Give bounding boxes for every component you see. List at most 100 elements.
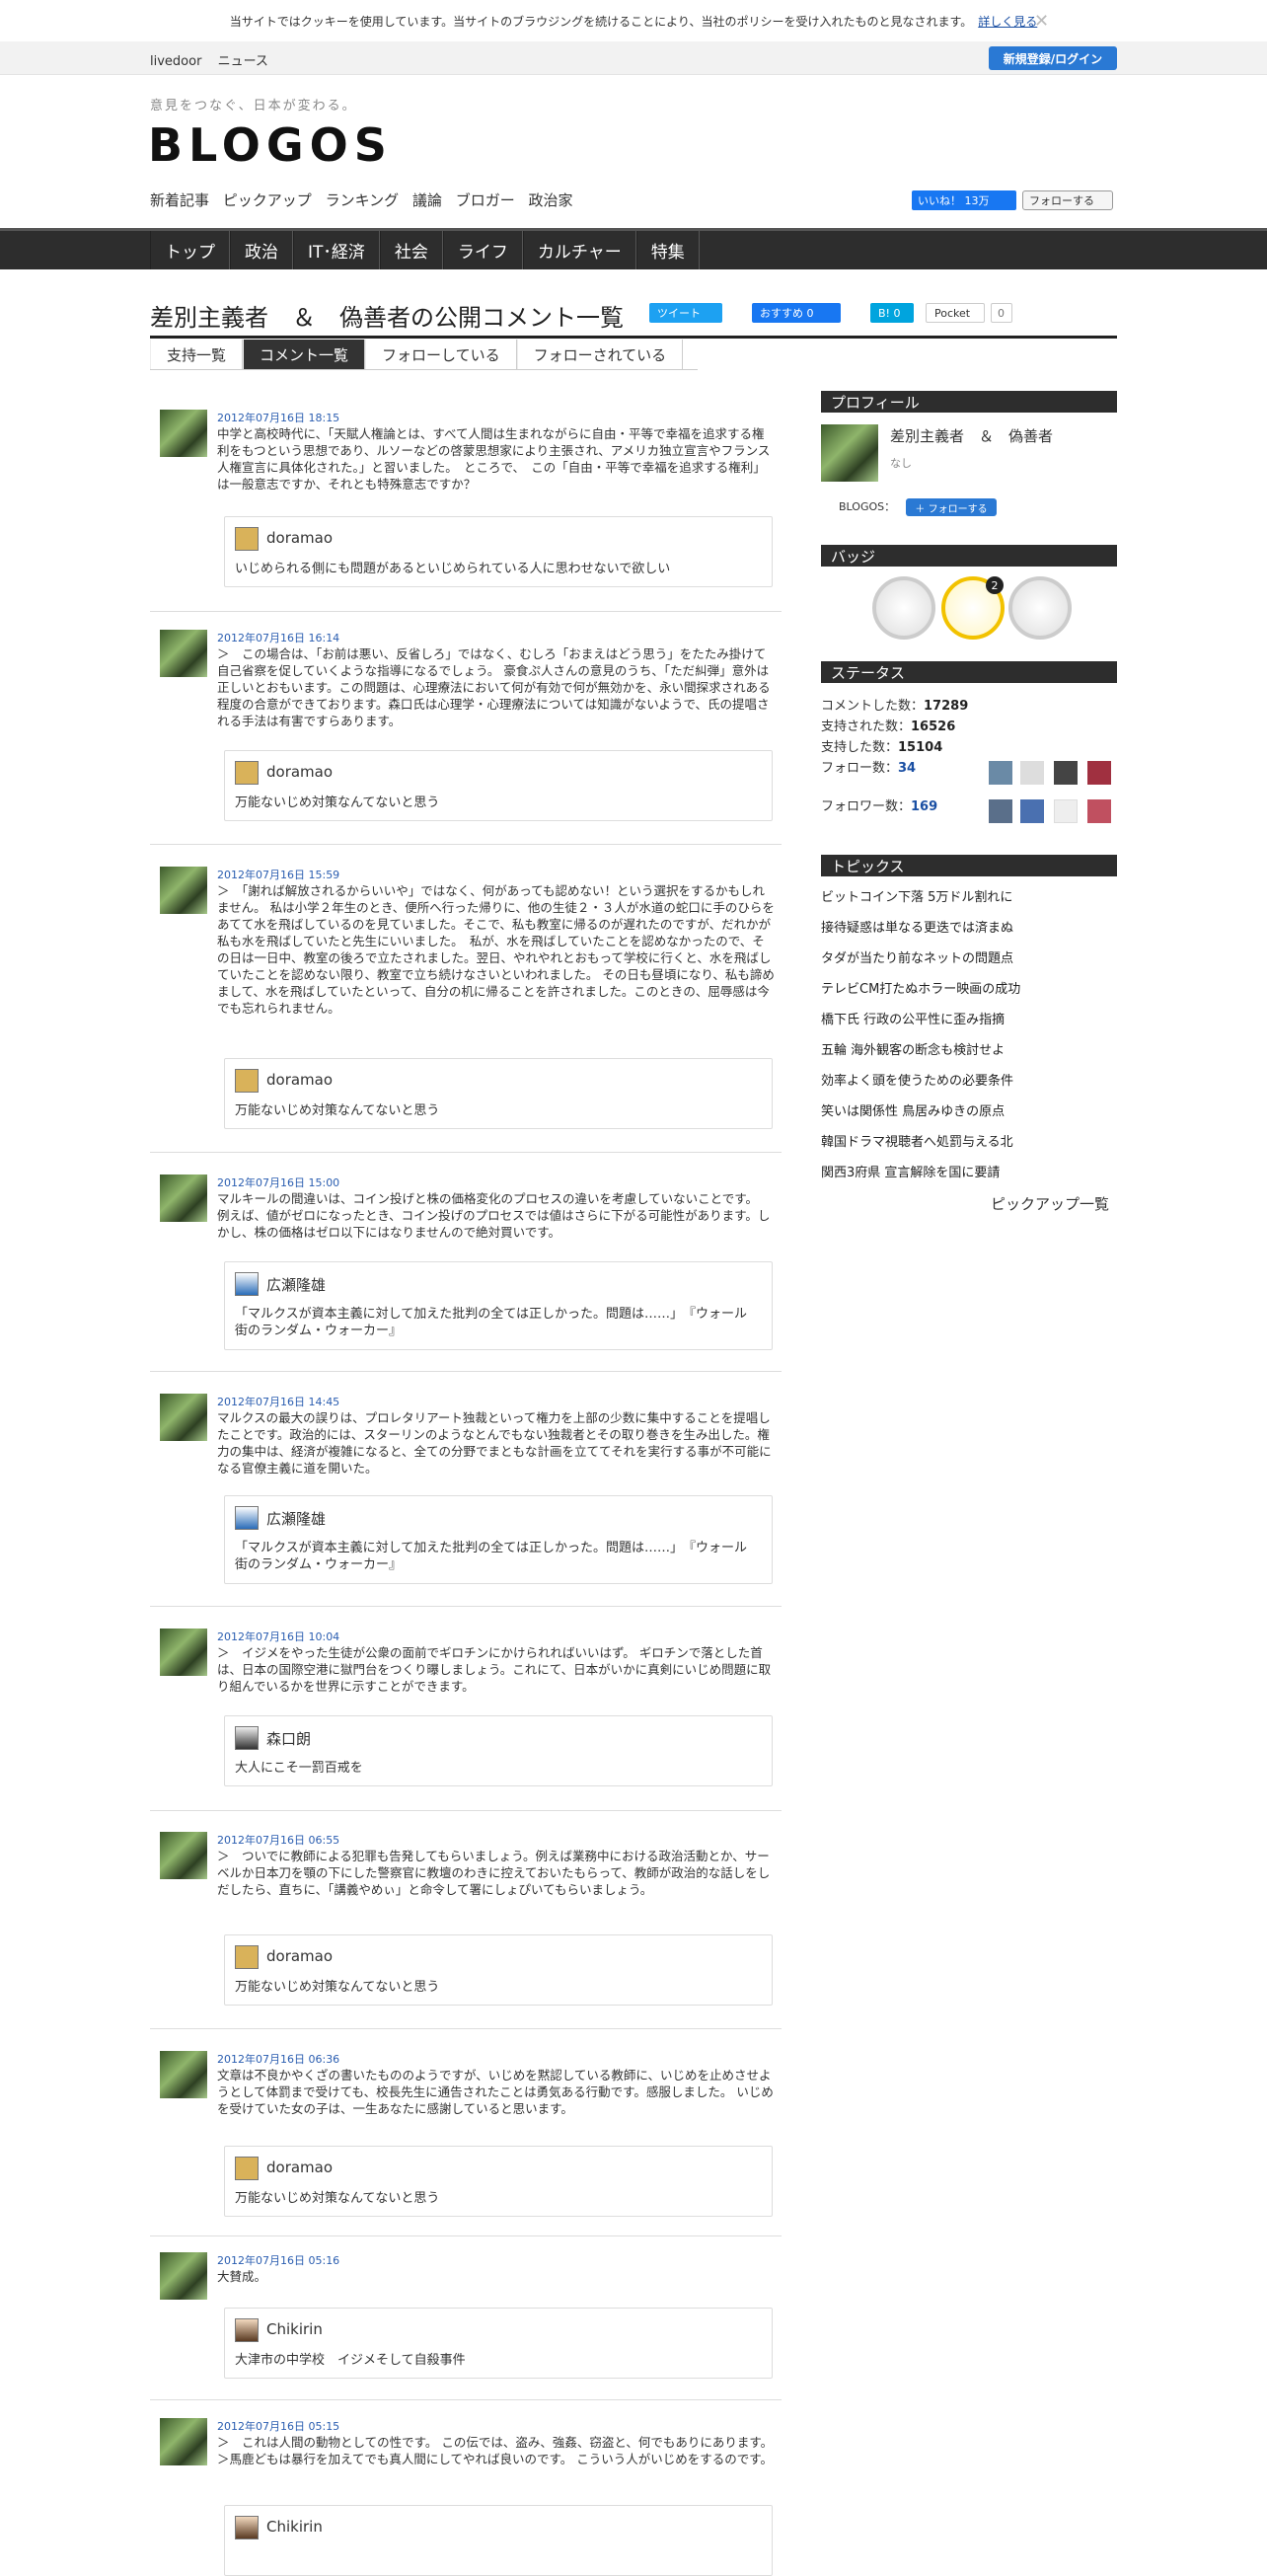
reply-article[interactable]: doramao 万能ないじめ対策なんてないと思う <box>224 750 773 821</box>
subnav-debate[interactable]: 議論 <box>412 191 442 209</box>
avatar[interactable] <box>160 1629 207 1676</box>
topic-link[interactable]: 笑いは関係性 鳥居みゆきの原点 <box>821 1100 1005 1119</box>
main-nav: トップ 政治 IT･経済 社会 ライフ カルチャー 特集 <box>0 228 1267 269</box>
tweet-button[interactable]: ツイート <box>649 303 722 323</box>
reply-title[interactable]: 大人にこそ一罰百戒を <box>235 1760 758 1777</box>
reply-avatar <box>235 1069 259 1093</box>
cookie-more-link[interactable]: 詳しく見る <box>978 13 1037 30</box>
nav-it-economy[interactable]: IT･経済 <box>293 231 380 269</box>
comment-date[interactable]: 2012年07月16日 14:45 <box>217 1394 339 1409</box>
topic-link[interactable]: 橋下氏 行政の公平性に歪み指摘 <box>821 1009 1005 1027</box>
login-button[interactable]: 新規登録/ログイン <box>989 46 1117 70</box>
follower-avatar[interactable] <box>989 799 1012 823</box>
comment-date[interactable]: 2012年07月16日 16:14 <box>217 630 339 645</box>
topic-link[interactable]: 関西3府県 宣言解除を国に要請 <box>821 1162 1000 1180</box>
fb-recommend-button[interactable]: おすすめ 0 <box>752 303 841 323</box>
reply-title[interactable]: いじめられる側にも問題があるといじめられている人に思わせないで欲しい <box>235 561 758 577</box>
topic-link[interactable]: 韓国ドラマ視聴者へ処罰与える北 <box>821 1131 1013 1150</box>
comment-date[interactable]: 2012年07月16日 06:36 <box>217 2051 339 2067</box>
subnav-blogger[interactable]: ブロガー <box>456 191 515 209</box>
reply-article[interactable]: 広瀬隆雄 「マルクスが資本主義に対して加えた批判の全ては正しかった。問題は……」… <box>224 1261 773 1350</box>
comment-date[interactable]: 2012年07月16日 05:16 <box>217 2252 339 2268</box>
topic-link[interactable]: タダが当たり前なネットの問題点 <box>821 947 1013 966</box>
reply-article[interactable]: doramao いじめられる側にも問題があるといじめられている人に思わせないで欲… <box>224 516 773 587</box>
comment-date[interactable]: 2012年07月16日 10:04 <box>217 1629 339 1644</box>
comment-date[interactable]: 2012年07月16日 15:59 <box>217 867 339 882</box>
subnav-new[interactable]: 新着記事 <box>150 191 209 209</box>
profile-follow-label: フォローする <box>928 503 988 515</box>
tab-following[interactable]: フォローしている <box>365 340 517 369</box>
reply-title[interactable]: 万能ないじめ対策なんてないと思う <box>235 1979 758 1996</box>
following-avatar[interactable] <box>1020 761 1044 785</box>
reply-article[interactable]: 広瀬隆雄 「マルクスが資本主義に対して加えた批判の全ては正しかった。問題は……」… <box>224 1495 773 1584</box>
topic-link[interactable]: ビットコイン下落 5万ドル割れに <box>821 886 1012 905</box>
comment-text: ＞ この場合は、「お前は悪い、反省しろ」ではなく、むしろ「おまえはどう思う」をた… <box>217 646 771 728</box>
livedoor-link[interactable]: livedoor <box>150 54 201 69</box>
avatar[interactable] <box>160 410 207 457</box>
following-avatar[interactable] <box>989 761 1012 785</box>
news-link[interactable]: ニュース <box>218 54 268 69</box>
nav-politics[interactable]: 政治 <box>230 231 293 269</box>
reply-article[interactable]: Chikirin <box>224 2505 773 2576</box>
avatar[interactable] <box>160 2418 207 2465</box>
reply-title[interactable]: 万能ないじめ対策なんてないと思う <box>235 1102 758 1119</box>
reply-article[interactable]: doramao 万能ないじめ対策なんてないと思う <box>224 1934 773 2006</box>
following-count-link[interactable]: 34 <box>898 761 916 776</box>
topic-link[interactable]: テレビCM打たぬホラー映画の成功 <box>821 978 1020 997</box>
speaker-badge-icon: 2 <box>941 576 1005 640</box>
nav-feature[interactable]: 特集 <box>635 231 700 269</box>
pickup-all-link[interactable]: ピックアップ一覧 <box>991 1193 1109 1214</box>
nav-top[interactable]: トップ <box>150 231 230 269</box>
profile-follow-button[interactable]: ＋ フォローする <box>906 498 997 516</box>
reply-title[interactable]: 「マルクスが資本主義に対して加えた批判の全ては正しかった。問題は……」 『ウォー… <box>235 1540 758 1573</box>
pocket-button[interactable]: Pocket <box>926 303 985 323</box>
topic-link[interactable]: 接待疑惑は単なる更迭では済まぬ <box>821 917 1013 936</box>
stat-label: フォロワー数： <box>821 799 912 814</box>
avatar[interactable] <box>160 867 207 914</box>
comment-date[interactable]: 2012年07月16日 15:00 <box>217 1174 339 1190</box>
avatar[interactable] <box>160 1394 207 1441</box>
avatar[interactable] <box>160 1832 207 1879</box>
avatar[interactable] <box>160 630 207 677</box>
comment-date[interactable]: 2012年07月16日 05:15 <box>217 2418 339 2434</box>
close-icon[interactable]: ✕ <box>1034 11 1049 32</box>
reply-author: 森口朗 <box>266 1730 312 1748</box>
nav-culture[interactable]: カルチャー <box>522 231 636 269</box>
follower-avatar[interactable] <box>1020 799 1044 823</box>
reply-title[interactable]: 万能ないじめ対策なんてないと思う <box>235 795 758 811</box>
nav-life[interactable]: ライフ <box>442 231 523 269</box>
nav-society[interactable]: 社会 <box>379 231 443 269</box>
reply-article[interactable]: 森口朗 大人にこそ一罰百戒を <box>224 1715 773 1786</box>
stat-label: コメントした数： <box>821 699 925 714</box>
avatar[interactable] <box>160 2252 207 2300</box>
tab-comment-list[interactable]: コメント一覧 <box>243 340 366 369</box>
reply-title[interactable]: 「マルクスが資本主義に対して加えた批判の全ては正しかった。問題は……」 『ウォー… <box>235 1306 758 1339</box>
fb-like-button[interactable]: いいね！ 13万 <box>912 190 1016 210</box>
following-avatar[interactable] <box>1054 761 1078 785</box>
avatar[interactable] <box>160 1174 207 1222</box>
follower-avatar[interactable] <box>1087 799 1111 823</box>
stat-supported: 支持された数：16526 <box>821 716 955 734</box>
followers-count-link[interactable]: 169 <box>911 799 937 814</box>
reply-article[interactable]: doramao 万能ないじめ対策なんてないと思う <box>224 1058 773 1129</box>
follower-avatar[interactable] <box>1054 799 1078 823</box>
blogos-logo[interactable]: BLOGOS <box>148 118 393 172</box>
reply-title[interactable]: 万能ないじめ対策なんてないと思う <box>235 2190 758 2207</box>
following-avatar[interactable] <box>1087 761 1111 785</box>
subnav-pickup[interactable]: ピックアップ <box>223 191 312 209</box>
topic-link[interactable]: 五輪 海外観客の断念も検討せよ <box>821 1039 1005 1058</box>
tab-followers[interactable]: フォローされている <box>516 340 684 369</box>
tab-support-list[interactable]: 支持一覧 <box>150 340 244 369</box>
subnav-ranking[interactable]: ランキング <box>326 191 400 209</box>
reply-title[interactable]: 大津市の中学校 イジメそして自殺事件 <box>235 2352 758 2369</box>
topic-link[interactable]: 効率よく頭を使うための必要条件 <box>821 1070 1013 1089</box>
profile-header: プロフィール <box>821 391 1117 413</box>
comment-date[interactable]: 2012年07月16日 06:55 <box>217 1832 339 1848</box>
avatar[interactable] <box>160 2051 207 2098</box>
reply-article[interactable]: Chikirin 大津市の中学校 イジメそして自殺事件 <box>224 2308 773 2379</box>
twitter-follow-button[interactable]: フォローする <box>1022 190 1113 210</box>
reply-article[interactable]: doramao 万能ないじめ対策なんてないと思う <box>224 2146 773 2217</box>
comment-date[interactable]: 2012年07月16日 18:15 <box>217 410 339 425</box>
subnav-politician[interactable]: 政治家 <box>529 191 573 209</box>
hatena-bookmark-button[interactable]: B! 0 <box>870 303 914 323</box>
